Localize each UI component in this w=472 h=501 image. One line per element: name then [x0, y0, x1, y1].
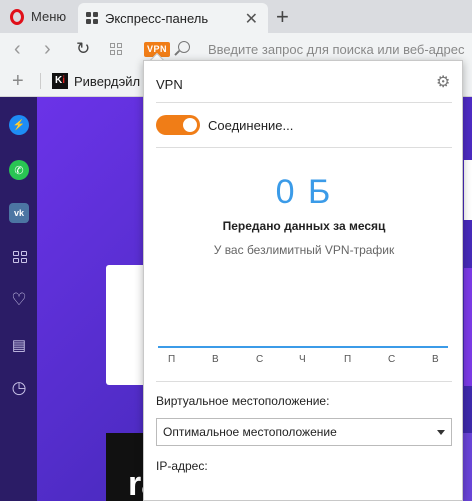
vpn-title: VPN: [156, 77, 183, 92]
location-label: Виртуальное местоположение:: [156, 394, 330, 408]
news-icon[interactable]: ▤: [9, 335, 29, 355]
weekday-label: В: [212, 354, 219, 365]
reload-icon[interactable]: ↻: [76, 39, 90, 59]
bookmark-favicon: Ki: [52, 73, 68, 89]
address-input[interactable]: Введите запрос для поиска или веб-адрес: [208, 42, 464, 57]
opera-logo-icon: [10, 8, 24, 25]
menu-label: Меню: [31, 9, 67, 24]
vk-icon[interactable]: vk: [9, 203, 29, 223]
traffic-chart-baseline: [158, 346, 448, 348]
search-icon: [178, 41, 190, 53]
weekday-label: П: [344, 354, 352, 365]
messenger-icon[interactable]: ⚡: [9, 115, 29, 135]
weekday-label: В: [432, 354, 439, 365]
add-bookmark-button[interactable]: +: [12, 70, 24, 93]
speed-dial-shortcut-icon[interactable]: [110, 43, 122, 55]
tab-speed-dial[interactable]: Экспресс-панель ✕: [78, 3, 268, 33]
location-select[interactable]: Оптимальное местоположение: [156, 418, 452, 446]
speed-dial-tile-edge[interactable]: [464, 268, 472, 386]
tab-bar: Меню Экспресс-панель ✕ +: [0, 0, 472, 33]
chevron-down-icon: [437, 430, 445, 435]
opera-menu-button[interactable]: Меню: [0, 0, 78, 33]
bookmark-item[interactable]: Ривердэйл (: [74, 74, 148, 89]
divider: [156, 102, 452, 103]
heart-icon[interactable]: ♡: [9, 290, 29, 310]
close-tab-icon[interactable]: ✕: [245, 9, 258, 29]
ip-label: IP-адрес:: [156, 459, 208, 473]
divider: [156, 147, 452, 148]
data-subtitle: У вас безлимитный VPN-трафик: [213, 243, 395, 257]
vpn-popup: VPN ⚙ Соединение... 0 Б Передано данных …: [143, 60, 463, 501]
data-amount: 0 Б: [275, 173, 333, 211]
weekday-label: П: [168, 354, 176, 365]
divider: [156, 381, 452, 382]
gear-icon[interactable]: ⚙: [436, 72, 450, 92]
data-title: Передано данных за месяц: [222, 219, 386, 233]
sidebar: ⚡ ✆ vk ♡ ▤ ◷: [0, 97, 37, 501]
speed-dial-tile-edge[interactable]: [464, 160, 472, 220]
connection-label: Соединение...: [208, 118, 294, 133]
new-tab-button[interactable]: +: [276, 4, 289, 30]
speed-dial-icon: [86, 12, 98, 24]
location-value: Оптимальное местоположение: [163, 425, 337, 439]
whatsapp-icon[interactable]: ✆: [9, 160, 29, 180]
speed-dial-sidebar-icon[interactable]: [9, 247, 29, 267]
forward-icon[interactable]: ›: [44, 38, 51, 61]
weekday-label: Ч: [299, 354, 306, 365]
bookmarks-divider: [40, 73, 41, 89]
weekday-label: С: [388, 354, 396, 365]
tab-title: Экспресс-панель: [105, 10, 209, 26]
vpn-toggle[interactable]: [156, 115, 200, 135]
back-icon[interactable]: ‹: [14, 38, 21, 61]
weekday-label: С: [256, 354, 264, 365]
history-icon[interactable]: ◷: [9, 378, 29, 398]
